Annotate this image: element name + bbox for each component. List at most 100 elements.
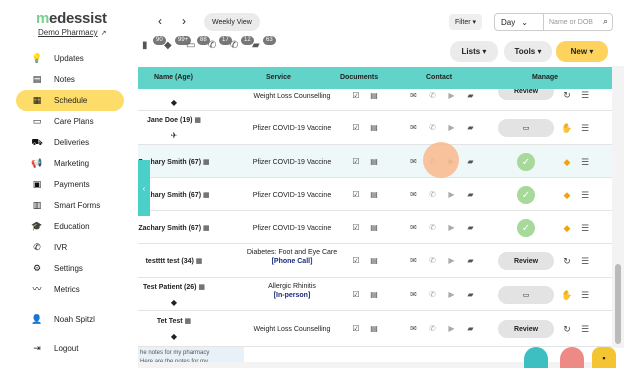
sidebar-item-payments[interactable]: ▣ Payments	[16, 174, 124, 195]
chat-icon[interactable]: ▰	[461, 256, 480, 265]
phone-icon[interactable]: ✆	[423, 256, 442, 265]
sidebar-item-metrics[interactable]: 〰 Metrics	[16, 279, 124, 300]
sidebar-item-notes[interactable]: ▤ Notes	[16, 69, 124, 90]
pill-bottle-badge-button[interactable]: ▮ 90	[142, 36, 166, 58]
box-badge-button[interactable]: ◆ 99+	[164, 36, 192, 58]
mail-icon[interactable]: ✉	[404, 256, 423, 265]
search-icon[interactable]: ⌕	[603, 16, 608, 27]
user-profile[interactable]: 👤 Noah Spitzl	[30, 314, 95, 325]
search-input[interactable]: Name or DOB ⌕	[543, 13, 613, 31]
video-icon[interactable]: ▶	[442, 256, 461, 265]
vaccine-box-icon[interactable]: ◆	[560, 157, 574, 168]
list-menu-icon[interactable]: ☰	[578, 256, 592, 267]
video-icon[interactable]: ▶	[442, 91, 461, 100]
phone-icon[interactable]: ✆	[423, 223, 442, 232]
patient-name[interactable]: testttt test (34) ▦	[138, 257, 210, 266]
chat-icon[interactable]: ▰	[461, 223, 480, 232]
reschedule-icon[interactable]: ↻	[560, 90, 574, 101]
list-menu-icon[interactable]: ☰	[578, 123, 592, 134]
form-icon[interactable]: ▤	[365, 256, 383, 265]
hand-icon[interactable]: ✋	[560, 290, 574, 301]
phone-icon[interactable]: ✆	[423, 91, 442, 100]
sidebar-item-updates[interactable]: 💡 Updates	[16, 48, 124, 69]
col-documents[interactable]: Documents	[340, 74, 378, 81]
new-button[interactable]: New ▾	[556, 41, 608, 62]
table-row[interactable]: Tet Test ▦ ◆ Weight Loss Counselling ☑ ▤ ✉ ✆ ▶ ▰…	[138, 311, 612, 347]
sidebar-item-marketing[interactable]: 📢 Marketing	[16, 153, 124, 174]
phone-icon[interactable]: ✆	[423, 324, 442, 333]
completed-check-icon[interactable]: ✓	[517, 153, 535, 171]
checklist-icon[interactable]: ☑	[347, 324, 365, 333]
sidebar-item-smart-forms[interactable]: ▥ Smart Forms	[16, 195, 124, 216]
medessist-logo[interactable]: medessist	[36, 10, 107, 27]
document-button[interactable]: ▭	[498, 119, 554, 137]
table-row[interactable]: Zachary Smith (67) ▦ Pfizer COVID-19 Vacc…	[138, 211, 612, 244]
logout-button[interactable]: ⇥ Logout	[30, 343, 78, 354]
completed-check-icon[interactable]: ✓	[517, 186, 535, 204]
col-service[interactable]: Service	[266, 74, 291, 81]
form-icon[interactable]: ▤	[365, 223, 383, 232]
video-icon[interactable]: ▶	[442, 223, 461, 232]
document-button[interactable]: ▭	[498, 286, 554, 304]
col-manage[interactable]: Manage	[532, 74, 558, 81]
table-row[interactable]: ◆ Weight Loss Counselling ☑ ▤ ✉ ✆ ▶ ▰ Review ↻ ☰	[138, 89, 612, 111]
hand-icon[interactable]: ✋	[560, 123, 574, 134]
phone-icon[interactable]: ✆	[423, 190, 442, 199]
next-arrow-button[interactable]: ›	[182, 14, 186, 28]
mail-icon[interactable]: ✉	[404, 324, 423, 333]
chat-icon[interactable]: ▰	[461, 290, 480, 299]
mail-icon[interactable]: ✉	[404, 123, 423, 132]
prev-arrow-button[interactable]: ‹	[158, 14, 162, 28]
video-icon[interactable]: ▶	[442, 290, 461, 299]
checklist-icon[interactable]: ☑	[347, 256, 365, 265]
day-select[interactable]: Day ⌄	[494, 13, 544, 31]
review-button[interactable]: Review	[498, 320, 554, 338]
completed-check-icon[interactable]: ✓	[517, 219, 535, 237]
chat-icon[interactable]: ▰	[461, 123, 480, 132]
review-button[interactable]: Review	[498, 89, 554, 100]
reschedule-icon[interactable]: ↻	[560, 324, 574, 335]
patient-name[interactable]: Test Patient (26) ▦ ◆	[138, 283, 210, 307]
video-icon[interactable]: ▶	[442, 123, 461, 132]
chat-icon[interactable]: ▰	[461, 324, 480, 333]
list-menu-icon[interactable]: ☰	[578, 190, 592, 201]
mail-icon[interactable]: ✉	[404, 157, 423, 166]
list-menu-icon[interactable]: ☰	[578, 324, 592, 335]
checklist-icon[interactable]: ☑	[347, 123, 365, 132]
sidebar-item-care-plans[interactable]: ▭ Care Plans	[16, 111, 124, 132]
table-row[interactable]: Zachary Smith (67) ▦ Pfizer COVID-19 Vacc…	[138, 178, 612, 211]
form-icon[interactable]: ▤	[365, 157, 383, 166]
checklist-icon[interactable]: ☑	[347, 223, 365, 232]
chat-icon[interactable]: ▰	[461, 190, 480, 199]
lists-button[interactable]: Lists ▾	[450, 41, 498, 62]
vaccine-box-icon[interactable]: ◆	[560, 223, 574, 234]
vertical-scrollbar[interactable]	[612, 66, 624, 348]
chat-icon[interactable]: ▰	[461, 157, 480, 166]
col-name-age[interactable]: Name (Age)	[154, 74, 193, 81]
table-row[interactable]: testttt test (34) ▦ Diabetes: Foot and Ey…	[138, 244, 612, 278]
col-contact[interactable]: Contact	[426, 74, 452, 81]
video-icon[interactable]: ▶	[442, 190, 461, 199]
sidebar-collapse-toggle[interactable]: ‹	[138, 160, 150, 216]
sidebar-item-schedule[interactable]: ▦ Schedule	[16, 90, 124, 111]
chat-button[interactable]: ▪	[592, 347, 616, 368]
sidebar-item-education[interactable]: 🎓 Education	[16, 216, 124, 237]
checklist-icon[interactable]: ☑	[347, 157, 365, 166]
table-row[interactable]: Test Patient (26) ▦ ◆ Allergic Rhinitis [In…	[138, 278, 612, 311]
folder-badge-button[interactable]: ▭ 88	[186, 36, 210, 58]
mail-icon[interactable]: ✉	[404, 223, 423, 232]
list-menu-icon[interactable]: ☰	[578, 90, 592, 101]
checklist-icon[interactable]: ☑	[347, 290, 365, 299]
table-row[interactable]: Jane Doe (19) ▦ ✈ Pfizer COVID-19 Vaccine ☑…	[138, 111, 612, 145]
form-icon[interactable]: ▤	[365, 324, 383, 333]
form-icon[interactable]: ▤	[365, 290, 383, 299]
vaccine-box-icon[interactable]: ◆	[560, 190, 574, 201]
form-icon[interactable]: ▤	[365, 91, 383, 100]
video-icon[interactable]: ▶	[442, 324, 461, 333]
reschedule-icon[interactable]: ↻	[560, 256, 574, 267]
list-menu-icon[interactable]: ☰	[578, 157, 592, 168]
form-icon[interactable]: ▤	[365, 123, 383, 132]
patient-name[interactable]: Zachary Smith (67) ▦	[138, 224, 210, 233]
scrollbar-thumb[interactable]	[615, 264, 621, 344]
sidebar-item-settings[interactable]: ⚙ Settings	[16, 258, 124, 279]
